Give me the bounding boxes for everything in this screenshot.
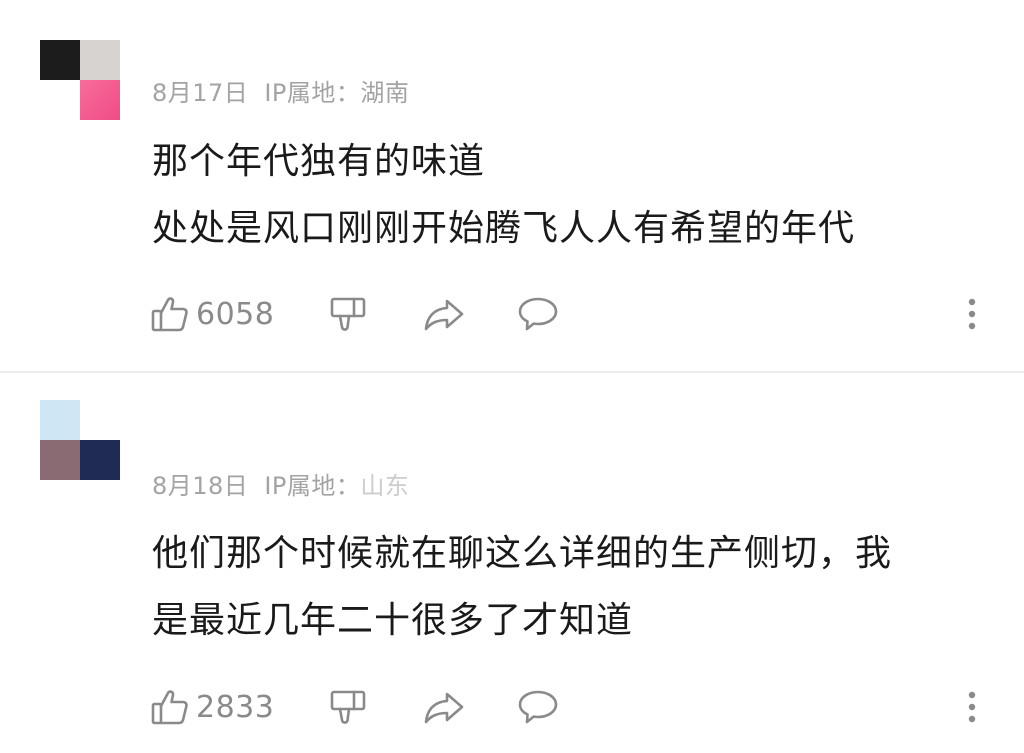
like-button[interactable]: 2833 [150,683,274,731]
comment-date: 8月17日 [152,79,249,107]
more-vertical-icon [968,691,976,723]
avatar-tile [40,400,80,440]
comment-meta: 8月17日 IP属地：湖南 [152,73,409,108]
avatar-tile [40,440,80,480]
share-button[interactable] [422,290,466,338]
comment-text: 那个年代独有的味道 处处是风口刚刚开始腾飞人人有希望的年代 [152,128,855,262]
thumbs-up-icon [151,690,188,725]
comment-bubble-icon [518,297,558,331]
dislike-button[interactable] [328,683,368,731]
comment-line: 处处是风口刚刚开始腾飞人人有希望的年代 [152,208,856,249]
avatar[interactable] [40,40,120,120]
comment-meta: 8月18日 IP属地：山东 [152,466,409,501]
comment-text: 他们那个时候就在聊这么详细的生产侧切，我 是最近几年二十很多了才知道 [152,520,892,654]
like-button[interactable]: 6058 [150,290,274,338]
comment-date: 8月18日 [152,472,249,500]
more-vertical-icon [968,298,976,330]
avatar[interactable] [40,400,120,480]
comment-actions: 2833 [150,683,990,731]
comment-line: 他们那个时候就在聊这么详细的生产侧切，我 [152,533,893,574]
avatar-tile [80,440,120,480]
ip-location: 湖南 [360,79,410,107]
comment-line: 那个年代独有的味道 [152,141,486,182]
avatar-tile [80,400,120,440]
comment-actions: 6058 [150,290,990,338]
avatar-tile [40,40,80,80]
comment-item: 8月17日 IP属地：湖南 那个年代独有的味道 处处是风口刚刚开始腾飞人人有希望的… [0,0,1024,371]
more-button[interactable] [962,683,982,731]
ip-location: 山东 [360,472,410,500]
more-button[interactable] [962,290,982,338]
thumbs-up-icon [151,297,188,332]
comment-item: 8月18日 IP属地：山东 他们那个时候就在聊这么详细的生产侧切，我 是最近几年二… [0,373,1024,753]
share-button[interactable] [422,683,466,731]
comment-line: 是最近几年二十很多了才知道 [152,600,634,641]
reply-button[interactable] [516,683,560,731]
avatar-tile [80,80,120,120]
share-arrow-icon [424,692,464,724]
avatar-tile [80,40,120,80]
share-arrow-icon [424,299,464,331]
reply-button[interactable] [516,290,560,338]
like-count: 6058 [196,296,275,332]
dislike-button[interactable] [328,290,368,338]
like-count: 2833 [196,689,275,725]
ip-label: IP属地： [264,472,361,500]
comment-bubble-icon [518,690,558,724]
thumbs-down-icon [330,690,366,724]
avatar-tile [40,80,80,120]
ip-label: IP属地： [264,79,361,107]
thumbs-down-icon [330,297,366,331]
